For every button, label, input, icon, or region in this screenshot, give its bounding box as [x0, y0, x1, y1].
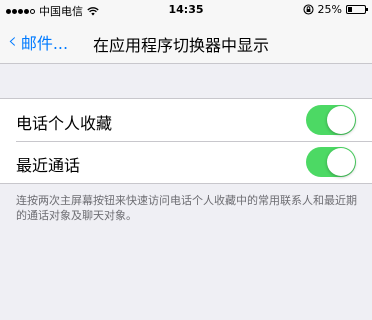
recents-toggle[interactable]: [306, 147, 356, 177]
status-right: 25%: [302, 3, 368, 16]
navigation-bar: ‹ 邮件... 在应用程序切换器中显示: [0, 20, 372, 64]
settings-row-recents: 最近通话: [0, 141, 372, 183]
settings-row-label: 最近通话: [16, 156, 81, 175]
page-title: 在应用程序切换器中显示: [93, 36, 270, 55]
rotation-lock-icon: [302, 4, 314, 15]
back-button[interactable]: ‹ 邮件...: [8, 30, 68, 54]
toggle-knob: [327, 148, 355, 176]
battery-level: [348, 7, 352, 12]
back-button-label: 邮件...: [20, 34, 69, 53]
settings-footer-note: 连按两次主屏幕按钮来快速访问电话个人收藏中的常用联系人和最近期的通话对象及聊天对…: [16, 194, 357, 222]
chevron-left-icon: ‹: [8, 29, 17, 54]
settings-group: 电话个人收藏 最近通话: [0, 98, 372, 184]
favorites-toggle[interactable]: [306, 105, 356, 135]
settings-row-favorites: 电话个人收藏: [0, 99, 372, 141]
settings-row-label: 电话个人收藏: [16, 114, 113, 133]
toggle-knob: [327, 106, 355, 134]
battery-percent: 25%: [317, 3, 342, 16]
battery-icon: [346, 5, 368, 14]
status-bar: 中国电信 14:35 25%: [0, 0, 372, 20]
